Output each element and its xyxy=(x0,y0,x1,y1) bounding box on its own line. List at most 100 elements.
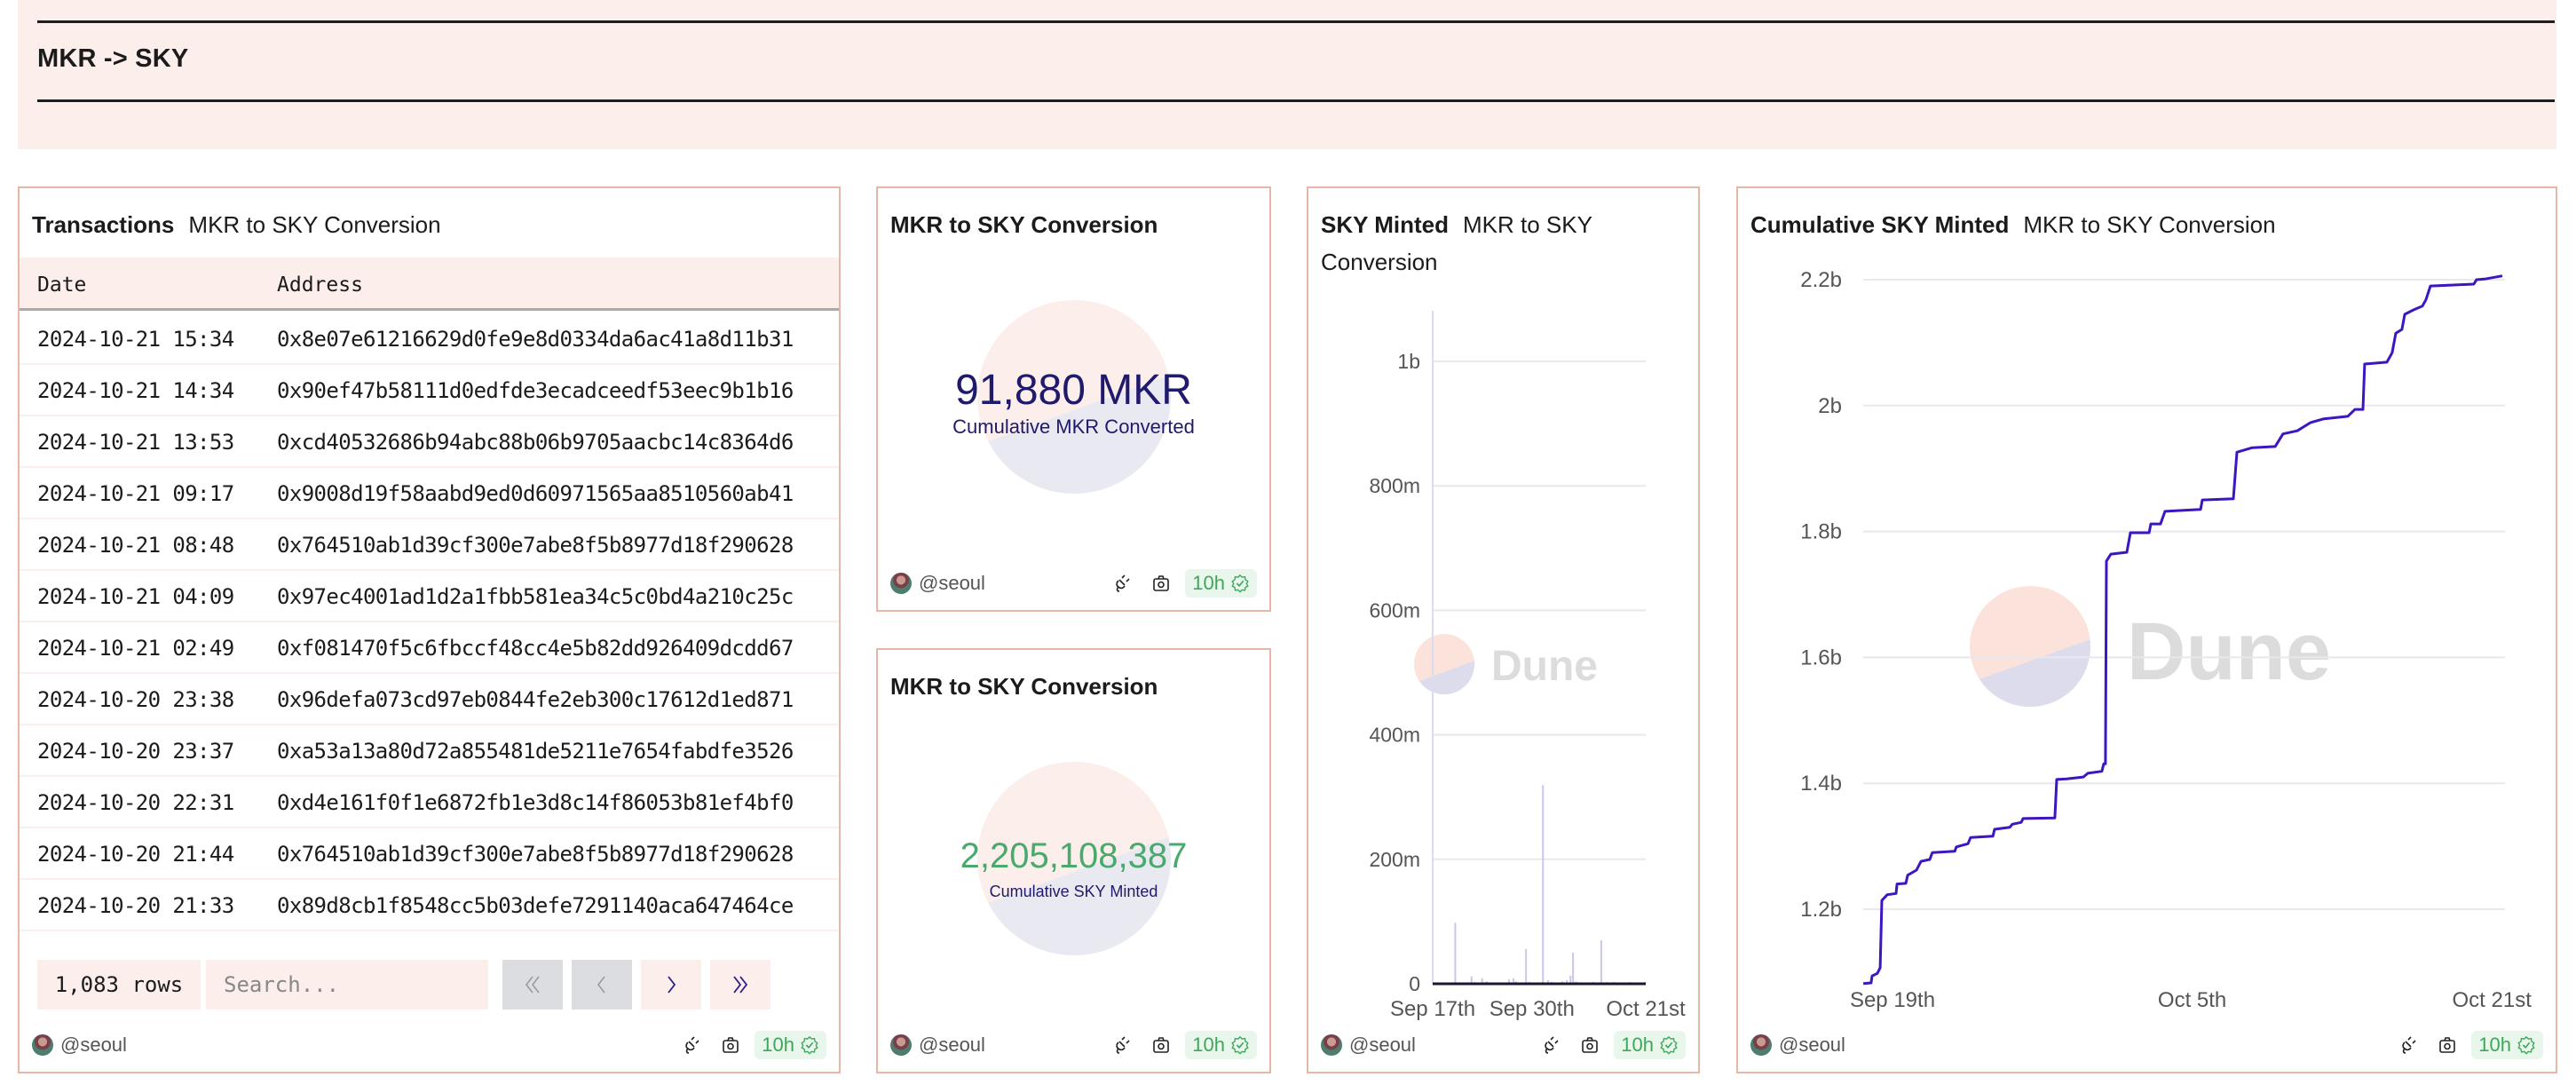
table-row[interactable]: 2024-10-21 13:53 0xcd40532686b94abc88b06b… xyxy=(20,416,839,468)
table-row[interactable]: 2024-10-21 15:34 0x8e07e61216629d0fe9e8d0… xyxy=(20,313,839,365)
table-row[interactable]: 2024-10-21 08:48 0x764510ab1d39cf300e7abe… xyxy=(20,519,839,571)
x-tick-label: Oct 21st xyxy=(1606,997,1686,1021)
cell-date: 2024-10-21 02:49 xyxy=(37,636,234,661)
table-search-input[interactable] xyxy=(206,960,488,1010)
embed-button[interactable] xyxy=(1110,1034,1134,1057)
bar[interactable] xyxy=(1542,785,1545,984)
author-avatar[interactable] xyxy=(1321,1034,1342,1056)
freshness-badge[interactable]: 10h xyxy=(2471,1031,2543,1059)
cell-address[interactable]: 0x764510ab1d39cf300e7abe8f5b8977d18f2906… xyxy=(277,842,794,867)
embed-button[interactable] xyxy=(680,1034,703,1057)
cell-date: 2024-10-20 23:38 xyxy=(37,687,234,712)
verified-check-icon xyxy=(2517,1035,2535,1055)
author-handle[interactable]: @seoul xyxy=(1349,1034,1416,1057)
counter-value: 2,205,108,387 xyxy=(960,836,1188,875)
cell-address[interactable]: 0x90ef47b58111d0edfde3ecadceedf53eec9b1b… xyxy=(277,378,794,403)
cell-address[interactable]: 0x89d8cb1f8548cc5b03defe7291140aca647464… xyxy=(277,893,794,918)
embed-button[interactable] xyxy=(1539,1034,1562,1057)
screenshot-button[interactable] xyxy=(719,1034,742,1057)
author-handle[interactable]: @seoul xyxy=(919,572,985,595)
table-row[interactable]: 2024-10-20 21:33 0x89d8cb1f8548cc5b03defe… xyxy=(20,880,839,931)
cell-address[interactable]: 0x9008d19f58aabd9ed0d60971565aa8510560ab… xyxy=(277,481,794,506)
plug-icon xyxy=(685,1036,699,1054)
cell-address[interactable]: 0x97ec4001ad1d2a1fbb581ea34c5c0bd4a210c2… xyxy=(277,584,794,609)
table-row[interactable]: 2024-10-21 04:09 0x97ec4001ad1d2a1fbb581e… xyxy=(20,571,839,622)
header-divider-top xyxy=(37,20,2555,23)
screenshot-button[interactable] xyxy=(1150,572,1173,595)
freshness-text: 10h xyxy=(2478,1034,2511,1056)
freshness-badge[interactable]: 10h xyxy=(1185,1031,1257,1059)
table-row[interactable]: 2024-10-20 23:38 0x96defa073cd97eb0844fe2… xyxy=(20,674,839,725)
embed-button[interactable] xyxy=(1110,572,1134,595)
screenshot-button[interactable] xyxy=(1150,1034,1173,1057)
first-page-button[interactable] xyxy=(502,960,563,1010)
y-tick-label: 1b xyxy=(1397,350,1420,373)
panel-title[interactable]: Transactions MKR to SKY Conversion xyxy=(32,206,441,243)
y-tick-label: 400m xyxy=(1369,724,1420,747)
embed-button[interactable] xyxy=(2397,1034,2420,1057)
cell-address[interactable]: 0xd4e161f0f1e6872fb1e3d8c14f86053b81ef4b… xyxy=(277,790,794,815)
panel-footer: @seoul 10h xyxy=(890,567,1257,599)
column-header-address[interactable]: Address xyxy=(277,273,363,297)
cell-date: 2024-10-21 15:34 xyxy=(37,327,234,352)
cell-date: 2024-10-21 04:09 xyxy=(37,584,234,609)
freshness-badge[interactable]: 10h xyxy=(1185,569,1257,598)
author-handle[interactable]: @seoul xyxy=(919,1034,985,1057)
cell-address[interactable]: 0x8e07e61216629d0fe9e8d0334da6ac41a8d11b… xyxy=(277,327,794,352)
cell-address[interactable]: 0x764510ab1d39cf300e7abe8f5b8977d18f2906… xyxy=(277,533,794,558)
x-tick-label: Sep 17th xyxy=(1390,997,1475,1021)
cumulative-sky-chart-panel: Cumulative SKY Minted MKR to SKY Conversi… xyxy=(1736,186,2557,1073)
plug-icon xyxy=(1545,1036,1559,1054)
table-controls: 1,083 rows xyxy=(37,960,770,1010)
previous-page-button[interactable] xyxy=(572,960,632,1010)
bar[interactable] xyxy=(1525,948,1528,984)
verified-check-icon xyxy=(1660,1035,1678,1055)
panel-title[interactable]: MKR to SKY Conversion xyxy=(890,668,1172,705)
table-row[interactable]: 2024-10-20 22:31 0xd4e161f0f1e6872fb1e3d8… xyxy=(20,777,839,828)
y-tick-label: 800m xyxy=(1369,474,1420,497)
bar[interactable] xyxy=(1600,939,1602,984)
freshness-text: 10h xyxy=(1621,1034,1654,1056)
y-tick-label: 1.6b xyxy=(1800,645,1842,669)
dune-watermark: Dune xyxy=(1414,634,1598,694)
screenshot-button[interactable] xyxy=(2436,1034,2459,1057)
bar[interactable] xyxy=(1572,952,1575,984)
author-avatar[interactable] xyxy=(890,573,912,594)
column-header-date[interactable]: Date xyxy=(37,273,86,297)
author-avatar[interactable] xyxy=(1750,1034,1772,1056)
author-handle[interactable]: @seoul xyxy=(60,1034,127,1057)
author-avatar[interactable] xyxy=(890,1034,912,1056)
cell-date: 2024-10-20 23:37 xyxy=(37,739,234,764)
cell-date: 2024-10-20 22:31 xyxy=(37,790,234,815)
freshness-badge[interactable]: 10h xyxy=(1614,1031,1686,1059)
author-avatar[interactable] xyxy=(32,1034,53,1056)
cell-address[interactable]: 0xf081470f5c6fbccf48cc4e5b82dd926409dcdd… xyxy=(277,636,794,661)
table-row[interactable]: 2024-10-21 02:49 0xf081470f5c6fbccf48cc4e… xyxy=(20,622,839,674)
header-divider-bottom xyxy=(37,99,2555,102)
panel-title[interactable]: MKR to SKY Conversion xyxy=(890,206,1172,243)
cell-date: 2024-10-20 21:44 xyxy=(37,842,234,867)
table-row[interactable]: 2024-10-20 21:44 0x764510ab1d39cf300e7abe… xyxy=(20,828,839,880)
cell-address[interactable]: 0xa53a13a80d72a855481de5211e7654fabdfe35… xyxy=(277,739,794,764)
next-page-button[interactable] xyxy=(641,960,701,1010)
bar[interactable] xyxy=(1454,923,1457,984)
y-tick-label: 600m xyxy=(1369,598,1420,622)
table-row[interactable]: 2024-10-21 14:34 0x90ef47b58111d0edfde3ec… xyxy=(20,365,839,416)
cell-address[interactable]: 0x96defa073cd97eb0844fe2eb300c17612d1ed8… xyxy=(277,687,794,712)
author-handle[interactable]: @seoul xyxy=(1779,1034,1845,1057)
last-page-button[interactable] xyxy=(710,960,770,1010)
table-row[interactable]: 2024-10-21 09:17 0x9008d19f58aabd9ed0d609… xyxy=(20,468,839,519)
screenshot-button[interactable] xyxy=(1578,1034,1601,1057)
y-tick-label: 200m xyxy=(1369,848,1420,871)
plug-icon xyxy=(1116,1036,1130,1054)
y-tick-label: 0 xyxy=(1409,972,1420,995)
chevron-right-icon xyxy=(668,976,676,994)
freshness-badge[interactable]: 10h xyxy=(755,1031,826,1059)
cell-address[interactable]: 0xcd40532686b94abc88b06b9705aacbc14c8364… xyxy=(277,430,794,455)
camera-icon xyxy=(1153,1037,1170,1053)
freshness-text: 10h xyxy=(762,1034,794,1056)
table-row[interactable]: 2024-10-20 23:37 0xa53a13a80d72a855481de5… xyxy=(20,725,839,777)
cumulative-sky-line-chart: Dune 1.2b 1.4b 1.6b 1.8b 2b 2.2b Sep 19th Oct 5… xyxy=(1800,268,2532,1012)
panel-title-main: MKR to SKY Conversion xyxy=(890,211,1158,238)
cell-date: 2024-10-21 14:34 xyxy=(37,378,234,403)
